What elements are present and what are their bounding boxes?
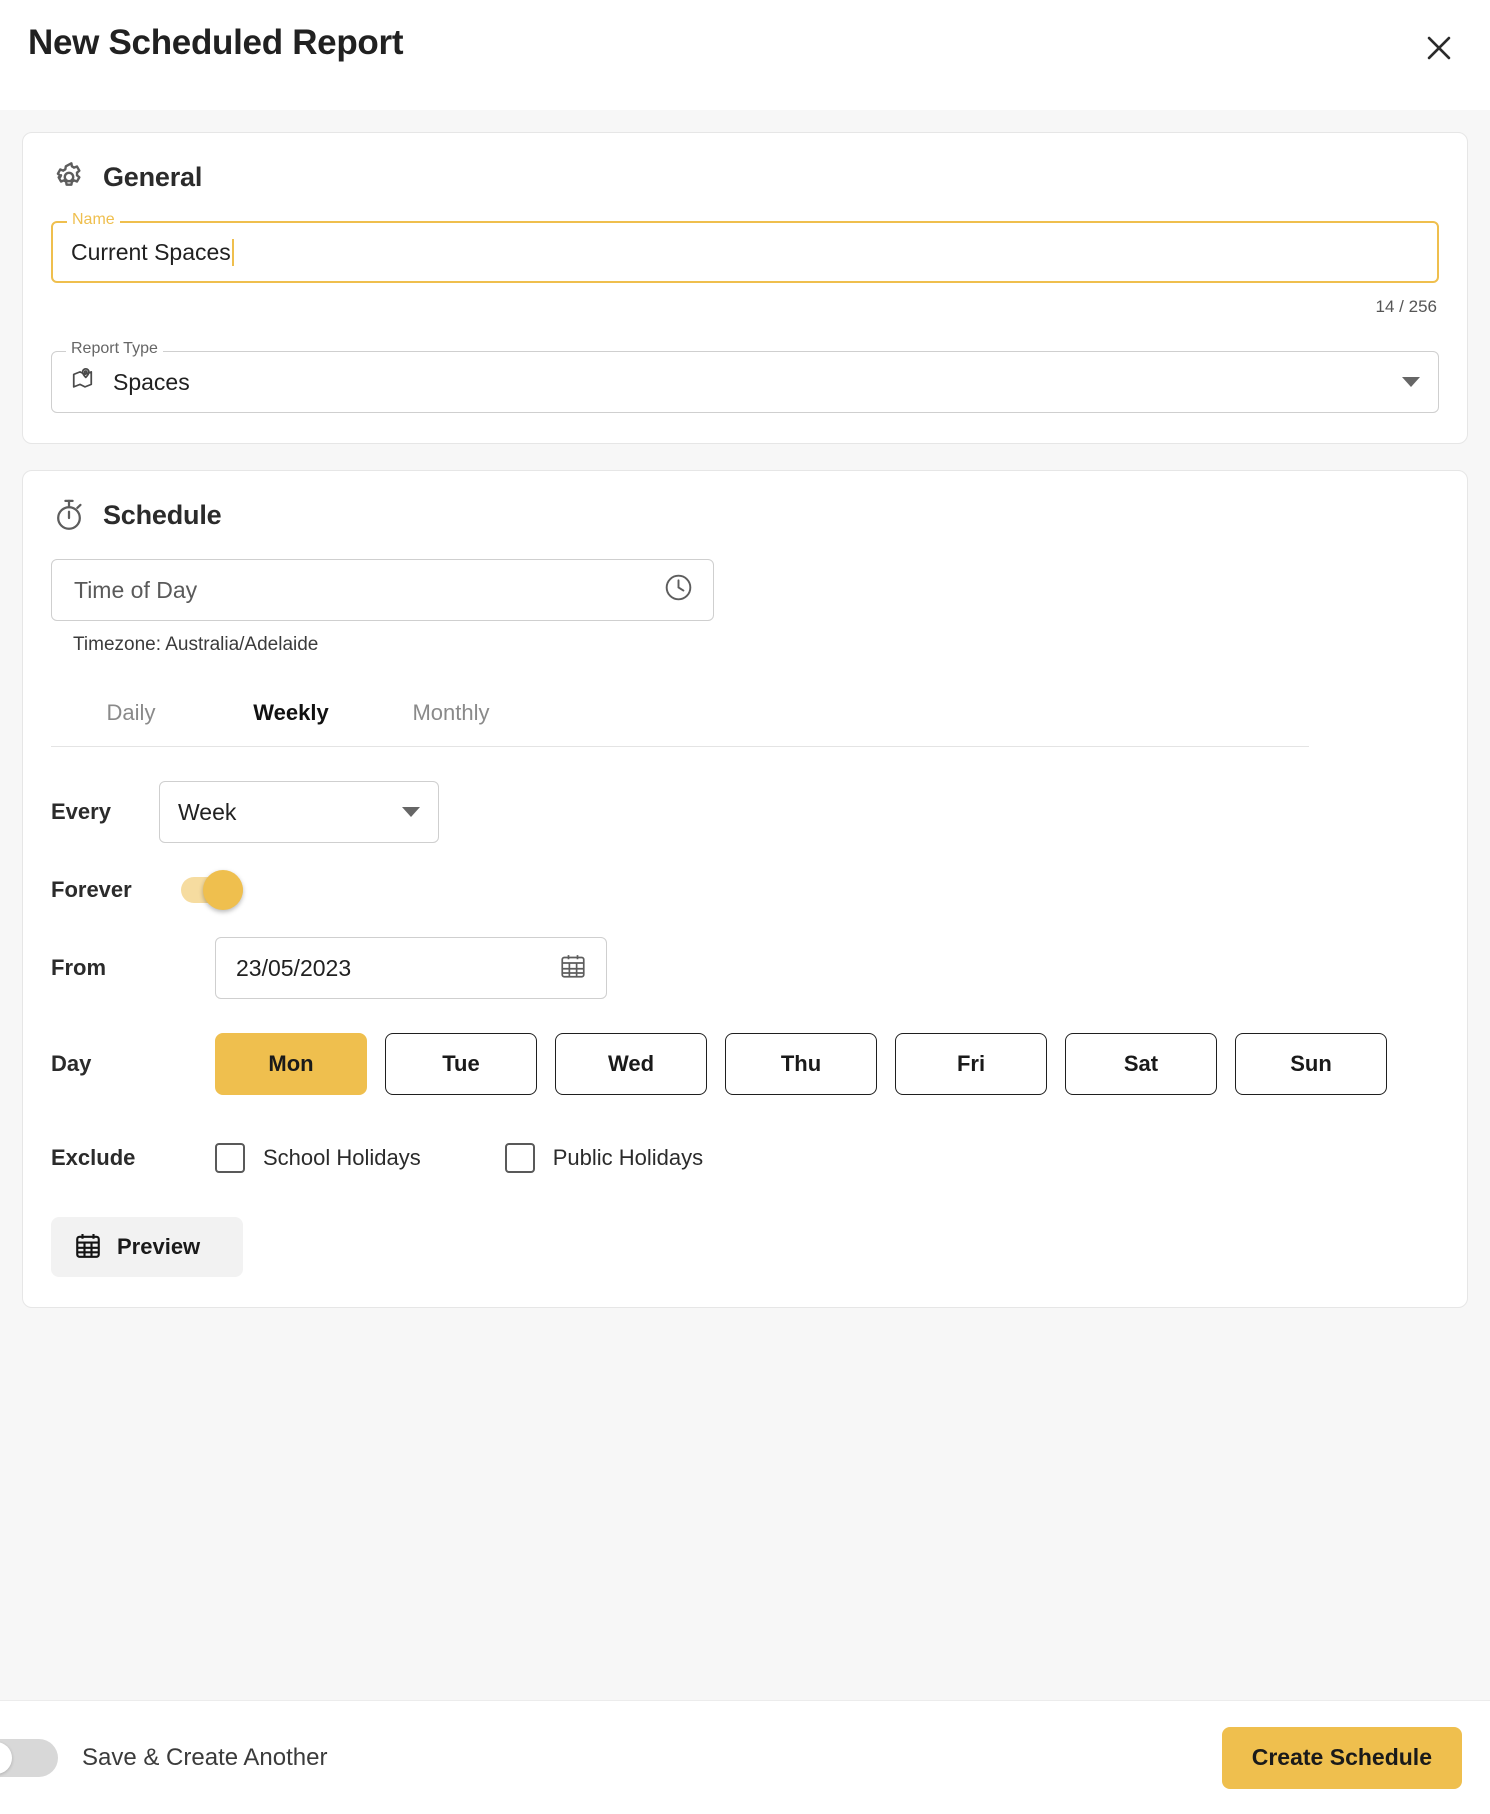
general-section-title: General — [103, 161, 203, 192]
close-button[interactable] — [1416, 25, 1462, 71]
checkbox-icon[interactable] — [215, 1143, 245, 1173]
every-label: Every — [51, 799, 111, 824]
time-of-day-input[interactable]: Time of Day — [51, 559, 714, 621]
day-button-sat[interactable]: Sat — [1065, 1033, 1217, 1095]
calendar-icon[interactable] — [558, 951, 588, 986]
exclude-school-holidays-label: School Holidays — [263, 1145, 421, 1170]
general-card: General Name Current Spaces 14 / 256 Rep… — [22, 132, 1468, 444]
calendar-grid-icon — [73, 1231, 103, 1264]
preview-button-label: Preview — [117, 1234, 201, 1259]
every-select[interactable]: Week — [159, 781, 439, 843]
every-value: Week — [178, 798, 237, 825]
clock-icon[interactable] — [662, 571, 695, 609]
dialog-footer: Save & Create Another Create Schedule — [0, 1700, 1490, 1814]
day-button-sun[interactable]: Sun — [1235, 1033, 1387, 1095]
tab-weekly[interactable]: Weekly — [211, 700, 371, 726]
stopwatch-icon — [51, 497, 87, 533]
day-row: Day Mon Tue Wed Thu Fri Sat Sun — [51, 1033, 1439, 1095]
tab-daily[interactable]: Daily — [51, 700, 211, 726]
checkbox-icon[interactable] — [504, 1143, 535, 1173]
exclude-label: Exclude — [51, 1145, 136, 1170]
text-cursor — [231, 238, 234, 266]
tab-monthly[interactable]: Monthly — [371, 700, 531, 726]
toggle-knob — [203, 870, 243, 910]
day-button-wed[interactable]: Wed — [555, 1033, 707, 1095]
day-button-group: Mon Tue Wed Thu Fri Sat Sun — [215, 1033, 1387, 1095]
save-create-another-toggle[interactable] — [0, 1738, 58, 1777]
toggle-knob — [0, 1741, 12, 1774]
name-field-value-wrap: Current Spaces — [71, 238, 234, 266]
name-field-value: Current Spaces — [71, 238, 231, 265]
preview-button[interactable]: Preview — [51, 1217, 243, 1277]
save-create-another-group: Save & Create Another — [0, 1738, 328, 1777]
page-title: New Scheduled Report — [28, 23, 404, 62]
every-row: Every Week — [51, 781, 1439, 843]
name-field-label: Name — [67, 212, 120, 228]
report-type-label: Report Type — [66, 341, 163, 357]
map-pin-icon — [70, 365, 100, 400]
time-of-day-placeholder: Time of Day — [74, 576, 198, 603]
report-type-value: Spaces — [113, 368, 190, 395]
from-date-input[interactable]: 23/05/2023 — [215, 937, 607, 999]
close-icon — [1422, 31, 1456, 65]
forever-row: Forever — [51, 870, 1439, 910]
report-type-value-wrap: Spaces — [70, 365, 1402, 400]
exclude-public-holidays[interactable]: Public Holidays — [504, 1143, 704, 1173]
exclude-school-holidays[interactable]: School Holidays — [215, 1143, 421, 1173]
day-button-thu[interactable]: Thu — [725, 1033, 877, 1095]
schedule-card-header: Schedule — [51, 497, 1439, 533]
dialog-header: New Scheduled Report — [0, 0, 1490, 110]
from-label: From — [51, 955, 106, 980]
create-schedule-button[interactable]: Create Schedule — [1221, 1726, 1462, 1789]
save-create-another-label: Save & Create Another — [82, 1743, 328, 1771]
day-button-mon[interactable]: Mon — [215, 1033, 367, 1095]
exclude-row: Exclude School Holidays Public Holidays — [51, 1143, 1439, 1173]
dialog-body: General Name Current Spaces 14 / 256 Rep… — [0, 110, 1490, 1700]
forever-toggle[interactable] — [181, 870, 243, 910]
chevron-down-icon — [402, 807, 420, 817]
name-field[interactable]: Name Current Spaces — [51, 212, 1439, 283]
day-label: Day — [51, 1051, 92, 1076]
from-date-value: 23/05/2023 — [236, 954, 352, 981]
from-row: From 23/05/2023 — [51, 937, 1439, 999]
gear-icon — [51, 159, 87, 195]
timezone-text: Timezone: Australia/Adelaide — [73, 634, 319, 655]
report-type-select[interactable]: Report Type Spaces — [51, 341, 1439, 413]
forever-label: Forever — [51, 877, 132, 902]
general-card-header: General — [51, 159, 1439, 195]
name-character-counter: 14 / 256 — [1375, 297, 1437, 316]
day-button-fri[interactable]: Fri — [895, 1033, 1047, 1095]
chevron-down-icon — [1402, 377, 1420, 387]
schedule-card: Schedule Time of Day Timezone: Australia… — [22, 470, 1468, 1308]
exclude-public-holidays-label: Public Holidays — [552, 1145, 704, 1170]
frequency-tabs: Daily Weekly Monthly — [51, 700, 1309, 747]
schedule-section-title: Schedule — [103, 499, 222, 530]
day-button-tue[interactable]: Tue — [385, 1033, 537, 1095]
scheduled-report-dialog: New Scheduled Report General Name Curren… — [0, 0, 1490, 1814]
